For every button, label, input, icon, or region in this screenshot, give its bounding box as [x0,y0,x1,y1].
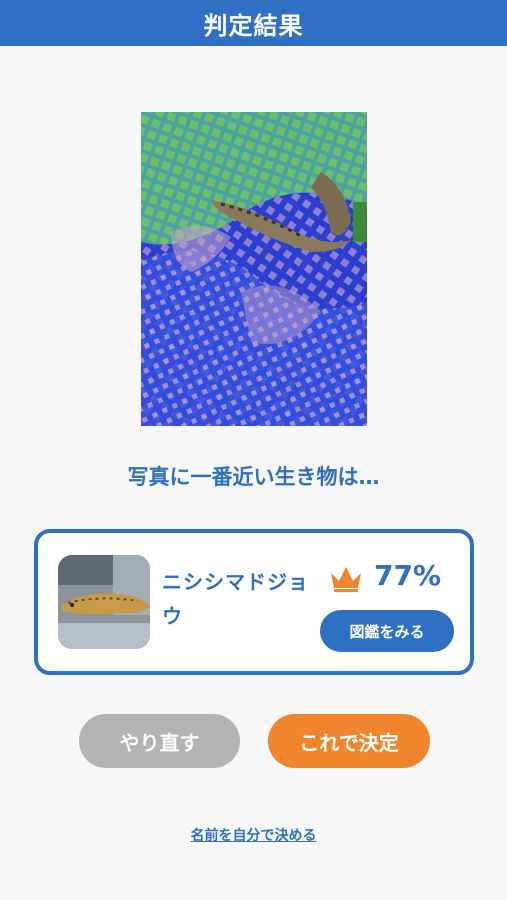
header-bar: 判定結果 [0,0,507,46]
species-name: ニシシマドジョウ [162,570,309,628]
photo-image [141,112,367,426]
result-question: 写真に一番近い生き物は… [127,465,380,489]
result-card: ニシシマドジョウ 77% 図鑑をみる [34,529,474,675]
match-percent: 77% [374,559,442,592]
thumbnail-image [58,555,150,649]
uploaded-photo [141,112,367,426]
name-it-yourself-link[interactable]: 名前を自分で決める [0,825,507,845]
view-encyclopedia-button[interactable]: 図鑑をみる [320,610,454,652]
species-thumbnail [58,555,150,649]
page-title: 判定結果 [203,11,304,40]
confirm-button[interactable]: これで決定 [268,714,430,768]
redo-button[interactable]: やり直す [79,714,240,768]
crown-icon [331,567,361,592]
